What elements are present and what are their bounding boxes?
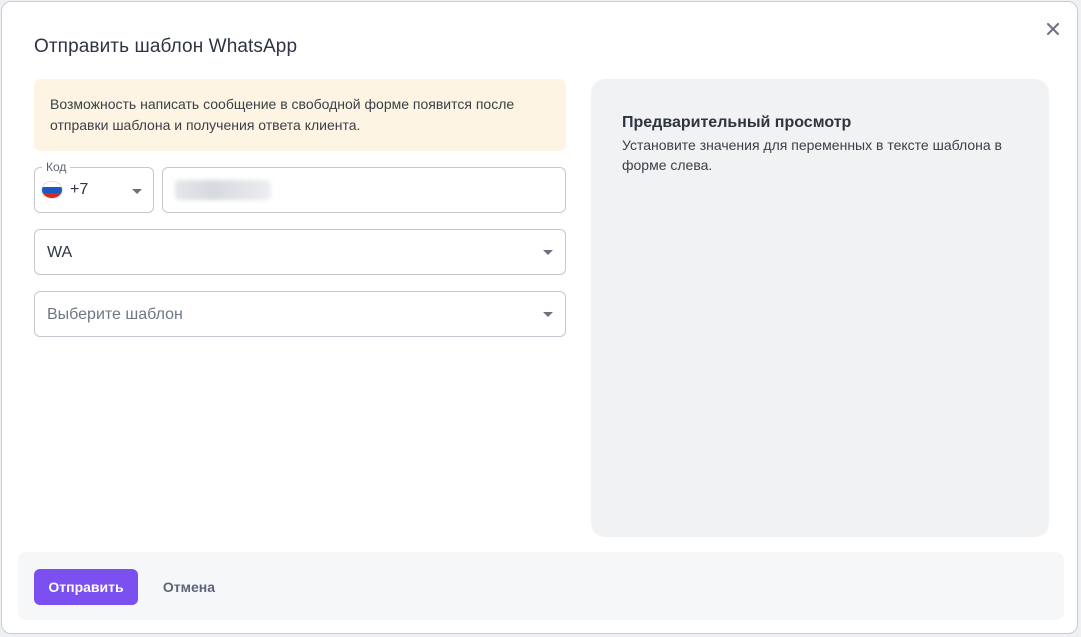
caret-down-icon (543, 312, 553, 317)
preview-panel: Предварительный просмотр Установите знач… (591, 79, 1049, 537)
dialog-title: Отправить шаблон WhatsApp (34, 36, 298, 57)
phone-number-value-redacted (175, 180, 271, 200)
country-code-value: +7 (70, 181, 89, 198)
country-code-select[interactable]: Код +7 (34, 160, 154, 213)
send-whatsapp-template-dialog: Отправить шаблон WhatsApp Возможность на… (1, 1, 1078, 634)
preview-title: Предварительный просмотр (622, 114, 852, 131)
close-button[interactable] (1042, 20, 1064, 42)
send-button[interactable]: Отправить (34, 569, 138, 605)
close-icon (1047, 22, 1059, 40)
preview-hint: Установите значения для переменных в тек… (622, 137, 1002, 173)
country-code-label: Код (42, 160, 71, 174)
cancel-button[interactable]: Отмена (152, 569, 226, 605)
template-select[interactable]: Выберите шаблон (34, 291, 566, 337)
dialog-footer: Отправить Отмена (18, 552, 1064, 620)
caret-down-icon (543, 250, 553, 255)
channel-select-value: WA (47, 244, 73, 261)
template-select-placeholder: Выберите шаблон (47, 306, 183, 323)
caret-down-icon (132, 189, 142, 194)
info-notice: Возможность написать сообщение в свободн… (34, 79, 566, 151)
channel-select[interactable]: WA (34, 229, 566, 275)
russia-flag-icon (42, 182, 62, 198)
phone-number-input[interactable] (162, 167, 566, 213)
